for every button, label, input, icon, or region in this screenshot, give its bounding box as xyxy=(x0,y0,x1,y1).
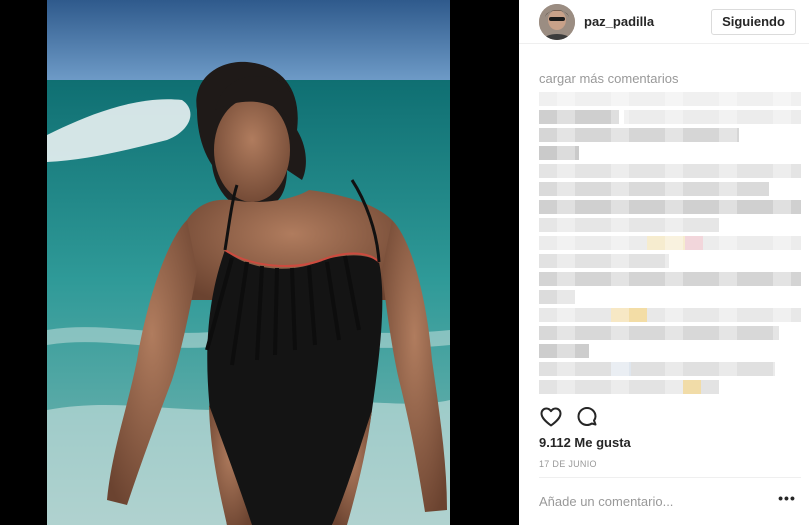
media-pane xyxy=(0,0,519,525)
likes-count[interactable]: 9.112 Me gusta xyxy=(539,435,631,450)
load-more-comments-link[interactable]: cargar más comentarios xyxy=(539,71,678,86)
username[interactable]: paz_padilla xyxy=(584,14,654,29)
avatar[interactable] xyxy=(539,4,575,40)
post-actions xyxy=(539,405,799,429)
post-header: paz_padilla Siguiendo xyxy=(519,0,809,44)
post-photo[interactable] xyxy=(47,0,450,525)
heart-icon[interactable] xyxy=(539,405,563,429)
comment-input[interactable] xyxy=(539,486,769,516)
post-sidebar: paz_padilla Siguiendo cargar más comenta… xyxy=(519,0,809,525)
blurred-comments-area xyxy=(539,92,801,396)
more-options-icon[interactable]: ••• xyxy=(777,491,797,511)
following-button[interactable]: Siguiendo xyxy=(711,9,796,35)
post-date: 17 DE JUNIO xyxy=(539,459,597,469)
comment-icon[interactable] xyxy=(575,405,599,429)
divider xyxy=(539,477,801,478)
